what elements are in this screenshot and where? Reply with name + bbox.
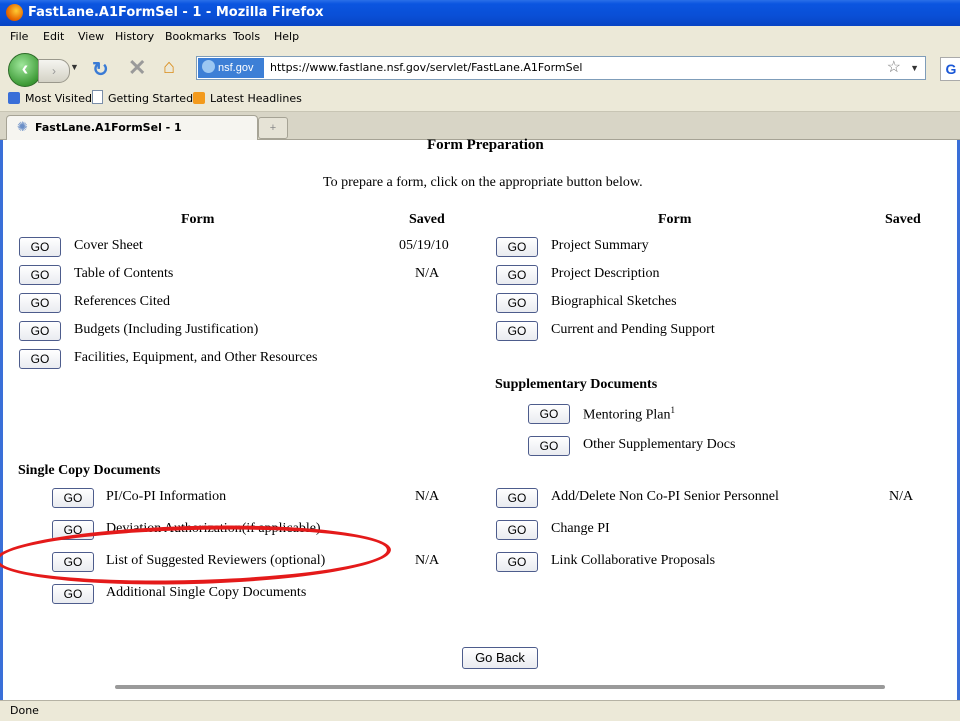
instruction-text: To prepare a form, click on the appropri… [323, 175, 643, 190]
go-button-current-pending-support[interactable]: GO [496, 321, 538, 341]
menu-help[interactable]: Help [274, 26, 299, 47]
saved-date: N/A [889, 489, 914, 504]
reload-icon[interactable]: ↻ [92, 57, 109, 82]
page-content: Form Preparation To prepare a form, clic… [0, 137, 960, 700]
status-text: Done [10, 704, 39, 717]
window-title-bar: FastLane.A1FormSel - 1 - Mozilla Firefox [0, 0, 960, 26]
menu-edit[interactable]: Edit [43, 26, 64, 47]
left-saved-header: Saved [409, 212, 445, 227]
go-button-references-cited[interactable]: GO [19, 293, 61, 313]
history-dropdown-icon[interactable]: ▼ [70, 62, 79, 72]
back-button[interactable]: ‹ [8, 53, 42, 87]
form-name: Additional Single Copy Documents [106, 585, 307, 600]
menu-history[interactable]: History [115, 26, 154, 47]
bookmarks-toolbar: Most Visited Getting Started Latest Head… [0, 87, 960, 112]
horizontal-scrollbar[interactable] [115, 685, 885, 689]
single-copy-heading: Single Copy Documents [18, 463, 161, 478]
left-form-header: Form [181, 212, 215, 227]
saved-date: N/A [415, 489, 440, 504]
most-visited-icon [8, 92, 20, 104]
go-button-additional-single-copy[interactable]: GO [52, 584, 94, 604]
form-name: References Cited [74, 294, 171, 309]
supplementary-heading: Supplementary Documents [495, 377, 658, 392]
saved-date: N/A [415, 266, 440, 281]
go-button-pi-info[interactable]: GO [52, 488, 94, 508]
form-name: Project Description [551, 266, 660, 281]
go-button-mentoring-plan[interactable]: GO [528, 404, 570, 424]
form-name-text: Mentoring Plan [583, 407, 671, 423]
tab-strip: ✺ FastLane.A1FormSel - 1 + [0, 112, 960, 140]
form-name: Project Summary [551, 238, 649, 253]
go-button-senior-personnel[interactable]: GO [496, 488, 538, 508]
window-title: FastLane.A1FormSel - 1 - Mozilla Firefox [28, 5, 324, 20]
url-text[interactable]: https://www.fastlane.nsf.gov/servlet/Fas… [270, 57, 582, 79]
bookmark-label: Getting Started [108, 92, 194, 105]
go-button-change-pi[interactable]: GO [496, 520, 538, 540]
saved-date: 05/19/10 [399, 238, 449, 253]
form-name: Budgets (Including Justification) [74, 322, 259, 337]
menu-tools[interactable]: Tools [233, 26, 260, 47]
go-button-biographical-sketches[interactable]: GO [496, 293, 538, 313]
firefox-logo-icon [6, 4, 23, 21]
url-bar[interactable]: nsf.gov https://www.fastlane.nsf.gov/ser… [196, 56, 926, 80]
status-bar: Done [0, 700, 960, 721]
menu-file[interactable]: File [10, 26, 28, 47]
menu-view[interactable]: View [78, 26, 104, 47]
form-name: Mentoring Plan1 [583, 405, 675, 424]
footnote-marker: 1 [670, 405, 676, 415]
form-name: Table of Contents [74, 266, 174, 281]
bookmark-getting-started[interactable]: Getting Started [92, 87, 193, 111]
page-icon [92, 90, 103, 104]
bookmark-label: Latest Headlines [210, 92, 302, 105]
site-identity-badge[interactable]: nsf.gov [198, 58, 264, 78]
right-form-header: Form [658, 212, 692, 227]
form-name: Current and Pending Support [551, 322, 715, 337]
bookmark-latest-headlines[interactable]: Latest Headlines [193, 87, 302, 111]
tab-fastlane[interactable]: ✺ FastLane.A1FormSel - 1 [6, 115, 258, 140]
right-saved-header: Saved [885, 212, 921, 227]
navigation-toolbar: ‹ › ▼ ↻ ✕ ⌂ nsf.gov https://www.fastlane… [0, 47, 960, 87]
url-dropdown-icon[interactable]: ▼ [910, 57, 919, 79]
menu-bar: File Edit View History Bookmarks Tools H… [0, 26, 960, 47]
page-title: Form Preparation [427, 137, 544, 153]
go-button-link-collaborative[interactable]: GO [496, 552, 538, 572]
go-button-project-description[interactable]: GO [496, 265, 538, 285]
page-loading-icon: ✺ [17, 120, 28, 135]
google-search-icon[interactable]: G [940, 57, 960, 81]
new-tab-button[interactable]: + [258, 117, 288, 139]
stop-icon[interactable]: ✕ [128, 55, 146, 81]
tab-label: FastLane.A1FormSel - 1 [35, 121, 182, 134]
home-icon[interactable]: ⌂ [163, 56, 175, 79]
go-button-cover-sheet[interactable]: GO [19, 237, 61, 257]
bookmark-most-visited[interactable]: Most Visited [8, 87, 92, 111]
menu-bookmarks[interactable]: Bookmarks [165, 26, 226, 47]
saved-date: N/A [415, 553, 440, 568]
form-name: PI/Co-PI Information [106, 489, 227, 504]
site-badge-label: nsf.gov [218, 62, 254, 74]
form-name: Link Collaborative Proposals [551, 553, 716, 568]
form-name: Biographical Sketches [551, 294, 677, 309]
form-name: Facilities, Equipment, and Other Resourc… [74, 350, 318, 365]
form-name: Add/Delete Non Co-PI Senior Personnel [551, 489, 779, 504]
go-back-button[interactable]: Go Back [462, 647, 538, 669]
form-name: Other Supplementary Docs [583, 437, 736, 452]
bookmark-star-icon[interactable]: ☆ [887, 57, 901, 79]
form-name: Change PI [551, 521, 610, 536]
rss-feed-icon [193, 92, 205, 104]
go-button-budgets[interactable]: GO [19, 321, 61, 341]
globe-icon [202, 60, 215, 73]
bookmark-label: Most Visited [25, 92, 92, 105]
go-button-project-summary[interactable]: GO [496, 237, 538, 257]
form-name: Cover Sheet [74, 238, 143, 253]
forward-button[interactable]: › [38, 59, 70, 83]
go-button-other-supplementary[interactable]: GO [528, 436, 570, 456]
go-button-facilities[interactable]: GO [19, 349, 61, 369]
go-button-table-of-contents[interactable]: GO [19, 265, 61, 285]
